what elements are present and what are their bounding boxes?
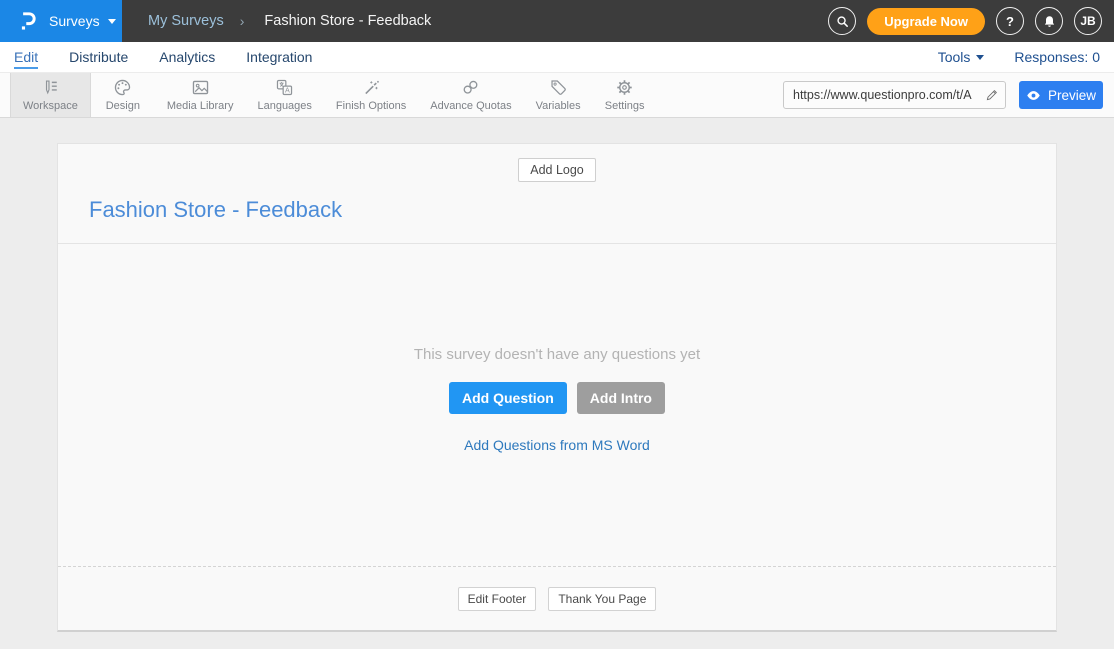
- chevron-down-icon: [108, 19, 116, 24]
- media-library-icon: [191, 78, 210, 97]
- svg-text:A: A: [285, 87, 290, 95]
- tab-analytics[interactable]: Analytics: [159, 42, 215, 72]
- toolbar-item-workspace[interactable]: Workspace: [10, 73, 91, 117]
- upgrade-now-button[interactable]: Upgrade Now: [867, 8, 985, 35]
- question-mark-icon: ?: [1006, 14, 1014, 29]
- toolbar-item-variables[interactable]: Variables: [524, 73, 593, 117]
- toolbar-item-languages[interactable]: A Languages: [245, 73, 323, 117]
- survey-url-field: [783, 81, 1006, 109]
- toolbar-item-design[interactable]: Design: [91, 73, 155, 117]
- tab-integration[interactable]: Integration: [246, 42, 312, 72]
- tabbar-right-controls: Tools Responses: 0: [938, 42, 1100, 72]
- main-content-area: Add Logo Fashion Store - Feedback This s…: [0, 143, 1114, 649]
- editor-toolbar: Workspace Design Media Library: [0, 73, 1114, 118]
- settings-gear-icon: [615, 78, 634, 97]
- breadcrumb: My Surveys › Fashion Store - Feedback: [148, 13, 431, 29]
- toolbar-item-settings[interactable]: Settings: [593, 73, 657, 117]
- help-button[interactable]: ?: [996, 7, 1024, 35]
- toolbar-item-advance-quotas[interactable]: Advance Quotas: [418, 73, 523, 117]
- toolbar-item-label: Design: [106, 100, 140, 112]
- survey-empty-state: This survey doesn't have any questions y…: [58, 244, 1056, 567]
- section-tab-bar: Edit Distribute Analytics Integration To…: [0, 42, 1114, 73]
- survey-url-input[interactable]: [784, 88, 978, 102]
- avatar-initials: JB: [1080, 14, 1095, 28]
- variables-tag-icon: [549, 78, 568, 97]
- tab-distribute[interactable]: Distribute: [69, 42, 128, 72]
- survey-footer: Edit Footer Thank You Page: [58, 567, 1056, 630]
- advance-quotas-link-icon: [461, 78, 480, 97]
- toolbar-right-controls: Preview: [783, 73, 1114, 117]
- preview-label: Preview: [1048, 88, 1096, 103]
- toolbar-item-label: Finish Options: [336, 100, 406, 112]
- workspace-icon: [41, 78, 60, 97]
- tools-dropdown[interactable]: Tools: [938, 49, 985, 65]
- product-label: Surveys: [49, 13, 100, 29]
- notifications-button[interactable]: [1035, 7, 1063, 35]
- toolbar-item-label: Workspace: [23, 100, 78, 112]
- toolbar-item-label: Media Library: [167, 100, 234, 112]
- design-palette-icon: [113, 78, 132, 97]
- survey-title[interactable]: Fashion Store - Feedback: [89, 197, 1056, 223]
- finish-options-wand-icon: [362, 78, 381, 97]
- empty-state-message: This survey doesn't have any questions y…: [414, 346, 700, 363]
- survey-editor-card: Add Logo Fashion Store - Feedback This s…: [57, 143, 1057, 632]
- toolbar-item-label: Variables: [536, 100, 581, 112]
- toolbar-item-label: Advance Quotas: [430, 100, 511, 112]
- tab-edit[interactable]: Edit: [14, 42, 38, 72]
- tools-label: Tools: [938, 49, 971, 65]
- toolbar-item-finish-options[interactable]: Finish Options: [324, 73, 418, 117]
- breadcrumb-my-surveys[interactable]: My Surveys: [148, 13, 224, 29]
- bell-icon: [1042, 14, 1057, 29]
- toolbar-item-media-library[interactable]: Media Library: [155, 73, 246, 117]
- questionpro-product-switcher[interactable]: Surveys: [0, 0, 122, 42]
- empty-state-actions: Add Question Add Intro: [449, 382, 665, 414]
- survey-header: Add Logo Fashion Store - Feedback: [58, 144, 1056, 244]
- responses-count[interactable]: Responses: 0: [1014, 49, 1100, 65]
- top-navigation-bar: Surveys My Surveys › Fashion Store - Fee…: [0, 0, 1114, 42]
- add-intro-button[interactable]: Add Intro: [577, 382, 665, 414]
- breadcrumb-separator: ›: [240, 13, 245, 29]
- thank-you-page-button[interactable]: Thank You Page: [548, 587, 656, 611]
- edit-footer-button[interactable]: Edit Footer: [458, 587, 537, 611]
- chevron-down-icon: [976, 55, 984, 60]
- eye-icon: [1026, 88, 1041, 103]
- search-icon: [835, 14, 850, 29]
- questionpro-logo-icon: [17, 11, 38, 32]
- add-logo-button[interactable]: Add Logo: [518, 158, 596, 182]
- toolbar-item-label: Languages: [257, 100, 311, 112]
- topbar-actions: Upgrade Now ? JB: [828, 7, 1114, 35]
- toolbar-item-label: Settings: [605, 100, 645, 112]
- languages-icon: A: [275, 78, 294, 97]
- pencil-icon: [985, 88, 999, 102]
- add-question-button[interactable]: Add Question: [449, 382, 567, 414]
- breadcrumb-current-survey: Fashion Store - Feedback: [264, 13, 431, 29]
- search-button[interactable]: [828, 7, 856, 35]
- preview-button[interactable]: Preview: [1019, 81, 1103, 109]
- edit-url-button[interactable]: [978, 82, 1005, 108]
- user-avatar[interactable]: JB: [1074, 7, 1102, 35]
- add-questions-from-ms-word-link[interactable]: Add Questions from MS Word: [464, 437, 650, 453]
